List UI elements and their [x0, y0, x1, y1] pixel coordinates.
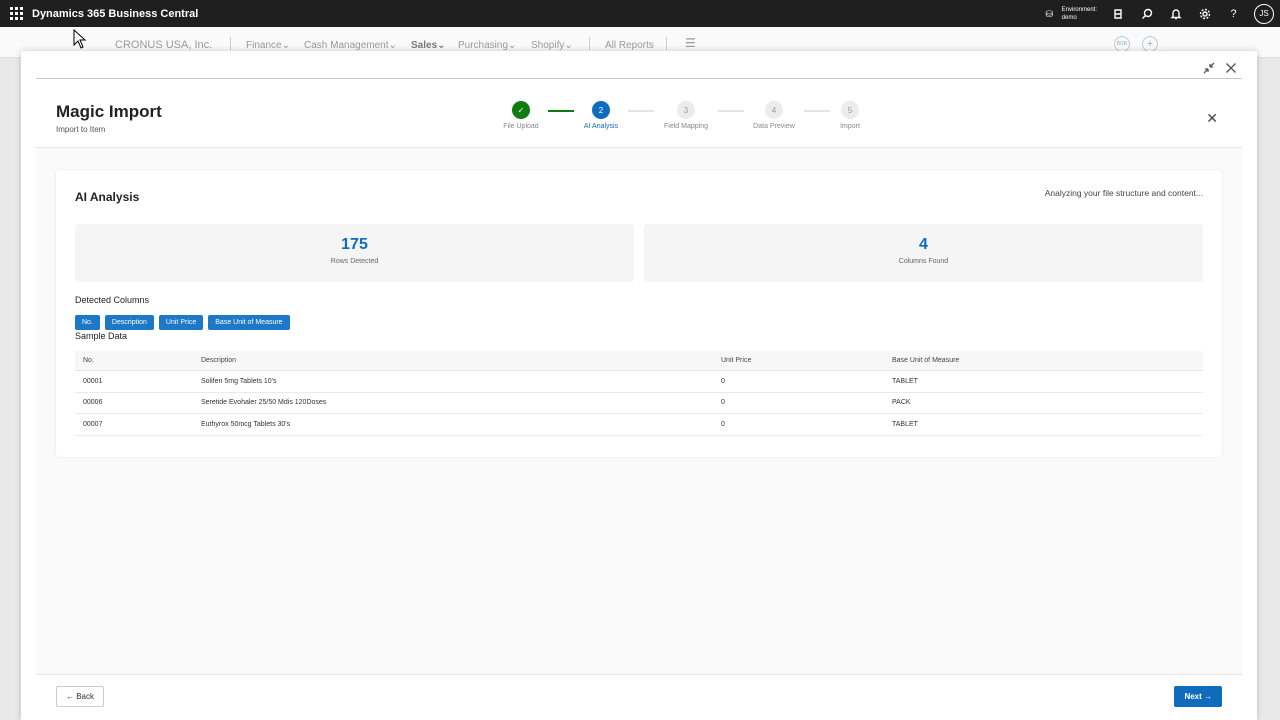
step-import: 5 Import [815, 101, 885, 130]
wizard-container: Magic Import Import to Item ✓ File Uploa… [36, 80, 1242, 720]
environment-indicator[interactable]: ⛁ Environment: demo [1041, 5, 1097, 22]
table-cell: TABLET [892, 420, 918, 428]
detected-columns-label: Detected Columns [75, 295, 150, 305]
menu-purchasing[interactable]: Purchasing⌄ [458, 40, 516, 51]
next-button[interactable]: Next → [1174, 686, 1222, 707]
rows-detected-value: 175 [341, 236, 368, 253]
environment-label: Environment: [1061, 6, 1097, 13]
table-cell: Seretide Evohaler 25/50 Mdis 120Doses [201, 399, 327, 407]
add-icon[interactable]: + [1142, 36, 1158, 52]
table-row: 00007 Euthyrox 50mcg Tablets 30's 0 TABL… [75, 414, 1203, 436]
wizard-close-icon[interactable]: ✕ [1206, 110, 1218, 127]
table-cell: 00001 [83, 377, 103, 385]
notifications-bell-icon[interactable] [1167, 5, 1184, 22]
mouse-pointer-icon [73, 29, 87, 49]
table-cell: 0 [721, 377, 725, 385]
search-icon[interactable] [1138, 5, 1155, 22]
table-row: 00001 Solifen 5mg Tablets 10's 0 TABLET [75, 371, 1203, 393]
step-number: 4 [765, 101, 783, 119]
step-label: Data Preview [753, 123, 795, 130]
step-number: 2 [592, 101, 610, 119]
table-cell: PACK [892, 399, 911, 407]
table-row: 00006 Seretide Evohaler 25/50 Mdis 120Do… [75, 393, 1203, 414]
table-header-row: No. Description Unit Price Base Unit of … [75, 351, 1203, 371]
step-ai-analysis: 2 AI Analysis [566, 101, 636, 130]
help-icon[interactable]: ? [1225, 5, 1242, 22]
menu-cash-management[interactable]: Cash Management⌄ [304, 40, 397, 51]
nav-divider [230, 37, 231, 50]
column-header: Description [201, 357, 237, 364]
nav-divider [666, 37, 667, 50]
close-dialog-icon[interactable] [1225, 61, 1237, 79]
columns-found-value: 4 [919, 236, 928, 253]
nav-divider [589, 37, 590, 50]
wizard-header: Magic Import Import to Item ✓ File Uploa… [36, 80, 1242, 148]
step-file-upload: ✓ File Upload [486, 101, 556, 130]
table-cell: Solifen 5mg Tablets 10's [201, 377, 277, 385]
column-chip: Unit Price [158, 315, 204, 330]
step-number: 5 [841, 101, 859, 119]
table-cell: 00007 [83, 420, 103, 428]
card-title: AI Analysis [75, 190, 140, 204]
environment-icon: ⛁ [1045, 8, 1053, 19]
table-cell: 0 [721, 399, 725, 407]
table-cell: Euthyrox 50mcg Tablets 30's [201, 420, 291, 428]
settings-gear-icon[interactable] [1196, 5, 1213, 22]
rows-detected-label: Rows Detected [330, 258, 379, 265]
magic-import-dialog: Magic Import Import to Item ✓ File Uploa… [21, 51, 1257, 720]
rows-detected-stat: 175 Rows Detected [75, 224, 634, 282]
menu-shopify[interactable]: Shopify⌄ [531, 40, 573, 51]
wizard-subtitle: Import to Item [56, 125, 106, 134]
column-header: Base Unit of Measure [892, 357, 960, 364]
detected-columns-list: No. Description Unit Price Base Unit of … [75, 315, 290, 330]
wizard-footer: ← Back Next → [36, 674, 1242, 720]
step-label: Import [840, 123, 860, 130]
hamburger-menu-icon[interactable]: ☰ [685, 36, 696, 50]
wizard-title: Magic Import [56, 102, 162, 121]
columns-found-label: Columns Found [898, 258, 949, 265]
step-label: File Upload [503, 123, 539, 130]
menu-sales[interactable]: Sales⌄ [411, 40, 446, 51]
column-header: Unit Price [721, 357, 752, 364]
dialog-divider [36, 78, 1242, 79]
step-check-icon: ✓ [512, 101, 530, 119]
app-title[interactable]: Dynamics 365 Business Central [32, 8, 198, 20]
environment-value: demo [1061, 14, 1077, 21]
app-bar: Dynamics 365 Business Central ⛁ Environm… [0, 0, 1280, 27]
menu-finance[interactable]: Finance⌄ [246, 40, 290, 51]
table-cell: TABLET [892, 377, 918, 385]
menu-all-reports[interactable]: All Reports [605, 40, 654, 51]
sample-data-label: Sample Data [75, 331, 128, 341]
analysis-status: Analyzing your file structure and conten… [1044, 188, 1203, 198]
collapse-icon[interactable] [1203, 61, 1215, 79]
column-chip: Description [104, 315, 154, 330]
column-chip: Base Unit of Measure [208, 315, 290, 330]
company-name[interactable]: CRONUS USA, Inc. [115, 39, 212, 51]
copilot-icon[interactable] [1109, 5, 1126, 22]
step-label: Field Mapping [664, 123, 708, 130]
step-label: AI Analysis [583, 123, 619, 130]
columns-found-stat: 4 Columns Found [644, 224, 1203, 282]
step-field-mapping: 3 Field Mapping [651, 101, 721, 130]
ai-analysis-card: AI Analysis Analyzing your file structur… [56, 170, 1222, 457]
sample-data-table: No. Description Unit Price Base Unit of … [75, 351, 1203, 436]
back-button[interactable]: ← Back [56, 686, 105, 707]
app-launcher-icon[interactable] [4, 0, 28, 27]
step-number: 3 [677, 101, 695, 119]
column-chip: No. [75, 315, 100, 330]
column-header: No. [83, 357, 94, 364]
badge-icon[interactable]: BOR [1114, 36, 1130, 52]
step-data-preview: 4 Data Preview [739, 101, 809, 130]
table-cell: 00006 [83, 399, 103, 407]
user-avatar[interactable]: JS [1254, 3, 1274, 24]
table-cell: 0 [721, 420, 725, 428]
